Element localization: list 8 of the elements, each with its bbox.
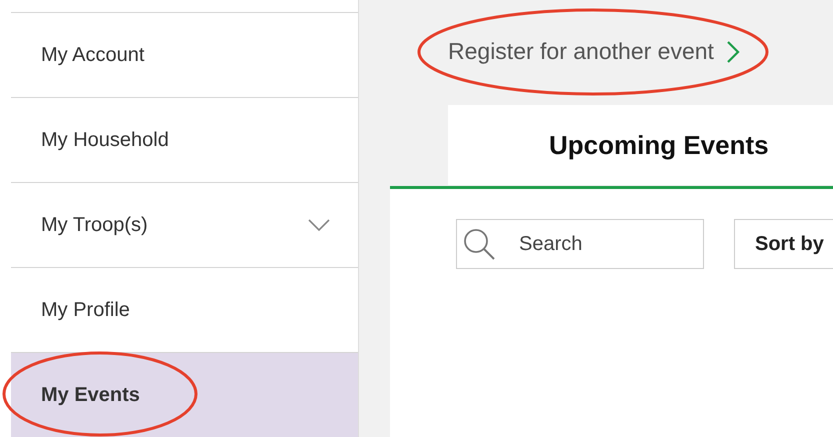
chevron-right-icon xyxy=(726,40,740,64)
sidebar-item[interactable]: My Events xyxy=(11,352,358,437)
search-field[interactable]: Search xyxy=(456,219,704,269)
search-icon xyxy=(462,227,496,261)
chevron-down-icon xyxy=(308,219,330,231)
tab[interactable]: Upcoming Events xyxy=(448,105,833,185)
register-link[interactable]: Register for another event xyxy=(448,38,740,65)
sort-button[interactable]: Sort by xyxy=(734,219,833,269)
